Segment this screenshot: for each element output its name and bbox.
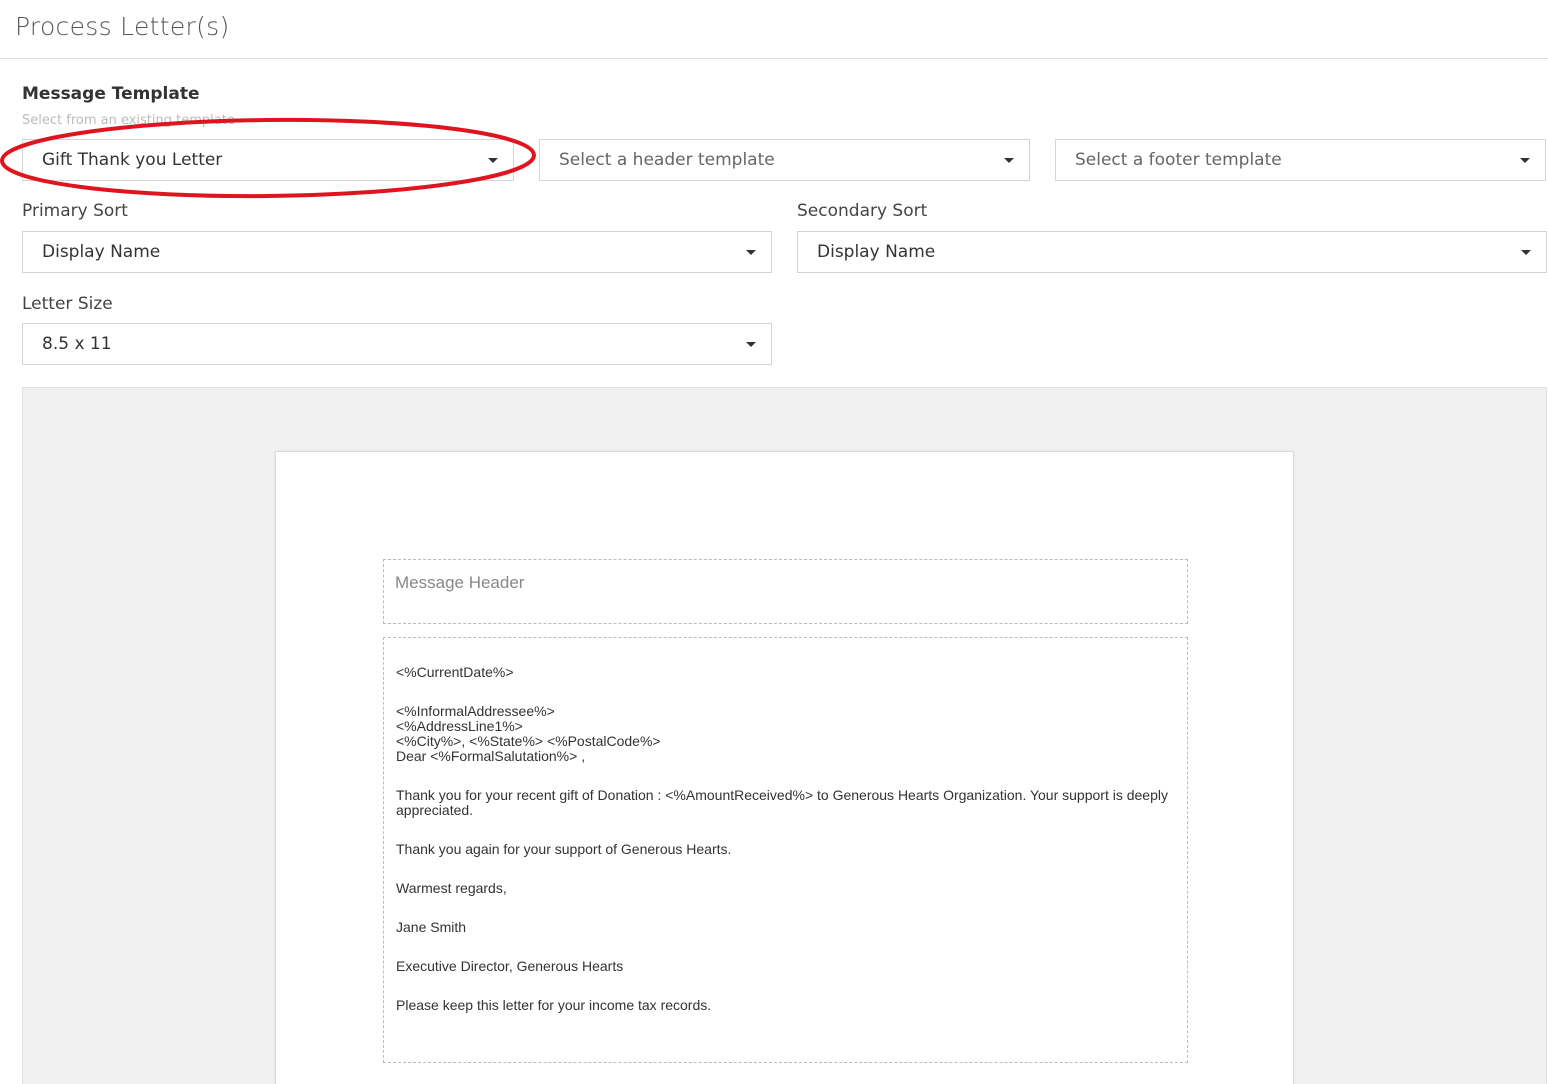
letter-date: <%CurrentDate%> xyxy=(396,664,514,680)
message-template-select[interactable]: Gift Thank you Letter xyxy=(22,139,514,181)
header-template-placeholder: Select a header template xyxy=(559,150,775,170)
letter-city-state-zip: <%City%>, <%State%> <%PostalCode%> xyxy=(396,733,661,749)
footer-template-placeholder: Select a footer template xyxy=(1075,150,1282,170)
message-template-helper: Select from an existing template xyxy=(22,113,235,128)
caret-down-icon xyxy=(1521,249,1531,255)
letter-salutation: Dear <%FormalSalutation%> , xyxy=(396,748,586,764)
secondary-sort-select[interactable]: Display Name xyxy=(797,231,1547,273)
letter-signer-title: Executive Director, Generous Hearts xyxy=(396,958,624,974)
secondary-sort-value: Display Name xyxy=(817,242,936,262)
letter-thanks-again: Thank you again for your support of Gene… xyxy=(396,841,732,857)
page-header: Process Letter(s) xyxy=(0,0,1548,59)
message-template-label: Message Template xyxy=(22,84,200,104)
caret-down-icon xyxy=(746,341,756,347)
primary-sort-value: Display Name xyxy=(42,242,161,262)
header-template-select[interactable]: Select a header template xyxy=(539,139,1030,181)
letter-tax-note: Please keep this letter for your income … xyxy=(396,997,712,1013)
letter-closing: Warmest regards, xyxy=(396,880,507,896)
letter-address-line: <%AddressLine1%> xyxy=(396,718,523,734)
caret-down-icon xyxy=(746,249,756,255)
letter-addressee: <%InformalAddressee%> xyxy=(396,703,555,719)
letter-size-value: 8.5 x 11 xyxy=(42,334,112,354)
caret-down-icon xyxy=(488,157,498,163)
primary-sort-select[interactable]: Display Name xyxy=(22,231,772,273)
letter-paper: Message Header <%CurrentDate%> <%Informa… xyxy=(275,451,1294,1084)
letter-size-label: Letter Size xyxy=(22,294,113,314)
letter-preview-area: Message Header <%CurrentDate%> <%Informa… xyxy=(22,387,1547,1084)
primary-sort-label: Primary Sort xyxy=(22,201,128,221)
caret-down-icon xyxy=(1520,157,1530,163)
message-header-text: Message Header xyxy=(395,573,525,592)
letter-address-block: <%InformalAddressee%> <%AddressLine1%> <… xyxy=(396,704,1175,764)
message-body-region[interactable]: <%CurrentDate%> <%InformalAddressee%> <%… xyxy=(383,637,1188,1063)
secondary-sort-label: Secondary Sort xyxy=(797,201,928,221)
letter-size-select[interactable]: 8.5 x 11 xyxy=(22,323,772,365)
letter-thanks-paragraph: Thank you for your recent gift of Donati… xyxy=(396,787,1168,818)
footer-template-select[interactable]: Select a footer template xyxy=(1055,139,1546,181)
message-header-region[interactable]: Message Header xyxy=(383,559,1188,624)
page-title: Process Letter(s) xyxy=(15,12,230,41)
letter-signer-name: Jane Smith xyxy=(396,919,467,935)
caret-down-icon xyxy=(1004,157,1014,163)
message-template-value: Gift Thank you Letter xyxy=(42,150,223,170)
